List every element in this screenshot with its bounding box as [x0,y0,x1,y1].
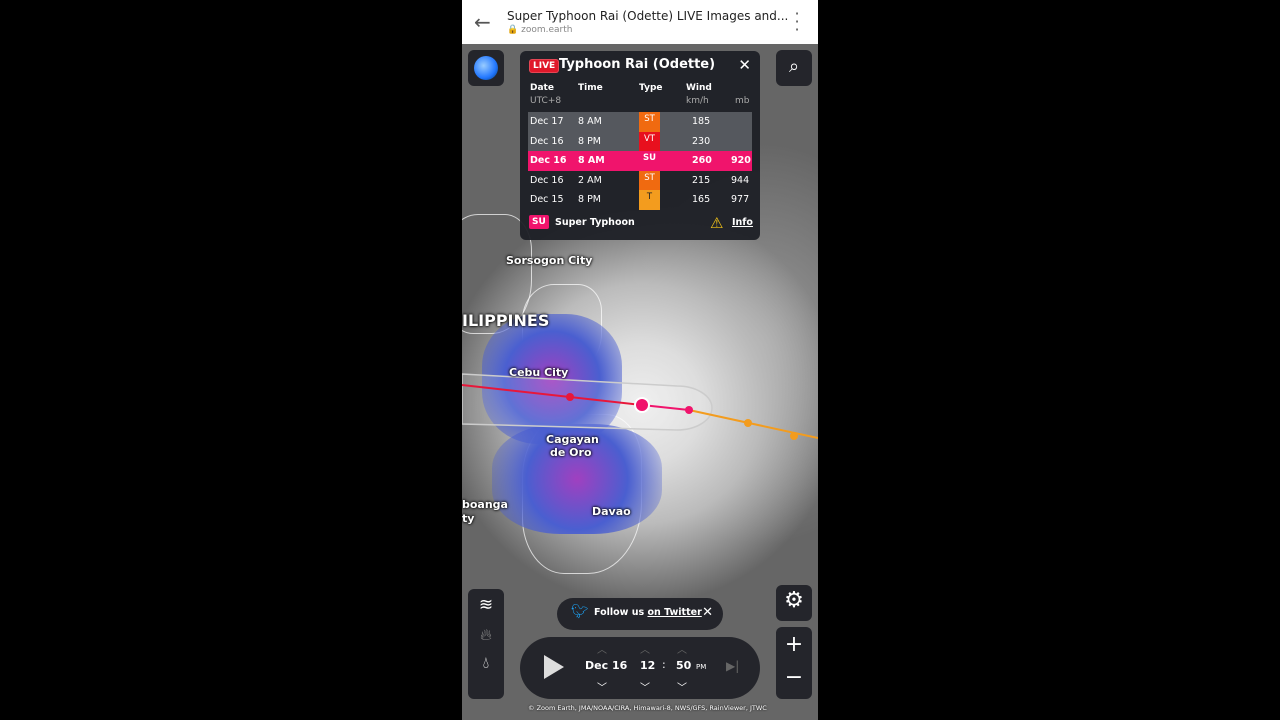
hour-down-chevron-icon[interactable]: ﹀ [640,679,650,694]
row-type-badge: ST [639,112,660,132]
close-icon[interactable]: ✕ [738,56,751,74]
hour-up-chevron-icon[interactable]: ︿ [640,641,650,656]
date-down-chevron-icon[interactable]: ﹀ [597,679,607,694]
precipitation-drop-icon[interactable]: 💧︎ [468,653,504,673]
more-options-icon[interactable]: · · · [794,6,800,38]
hour-value[interactable]: 12 [640,659,655,672]
timezone-label: UTC+8 [530,96,562,106]
browser-bar: ← Super Typhoon Rai (Odette) LIVE Images… [462,0,818,44]
row-date: Dec 17 [530,116,564,127]
url-text: zoom.earth [521,25,573,35]
skip-to-now-icon[interactable]: ▶| [726,659,739,673]
back-arrow-icon[interactable]: ← [474,10,491,34]
track-point[interactable] [566,393,574,401]
map-label: Cagayan [546,433,599,446]
track-point[interactable] [685,406,693,414]
time-separator: : [662,658,666,671]
track-table-row[interactable]: Dec 16 2 AM ST 215 944 [528,170,752,190]
gear-icon: ⚙ [784,588,804,613]
col-time: Time [578,83,603,93]
row-wind: 230 [692,135,711,147]
info-link[interactable]: Info [732,217,753,228]
track-table-row[interactable]: Dec 15 8 PM T 165 977 [528,190,752,210]
row-time: 8 AM [578,155,605,166]
row-wind: 165 [692,194,711,205]
row-type-badge: SU [642,153,657,163]
twitter-text: Follow us [594,607,648,618]
col-wind: Wind [686,83,712,93]
wind-icon[interactable]: ≋ [468,595,504,615]
current-position-marker[interactable] [634,397,650,413]
col-type: Type [639,83,663,93]
layers-button[interactable] [468,50,504,86]
close-icon[interactable]: ✕ [702,605,713,620]
map-label: boanga [462,498,508,511]
twitter-bird-icon: 🐦︎ [571,604,589,620]
row-wind: 215 [692,174,711,186]
minute-value[interactable]: 50 [676,659,691,672]
map-label: de Oro [550,446,592,459]
map-label: ty [462,512,475,525]
pressure-unit: mb [735,96,750,106]
storm-info-panel: LIVE Typhoon Rai (Odette) ✕ Date Time Ty… [520,51,760,240]
row-pressure: 977 [731,194,750,205]
row-date: Dec 16 [530,155,567,166]
settings-button[interactable]: ⚙ [776,585,812,621]
twitter-banner: 🐦︎ Follow us on Twitter ✕ [557,598,723,630]
ampm: PM [696,663,707,671]
search-icon: ⌕ [788,56,800,77]
live-badge: LIVE [529,59,560,73]
map-label: Cebu City [509,366,569,379]
row-time: 2 AM [578,174,602,186]
storm-title: Typhoon Rai (Odette) [559,57,716,72]
map-label: Davao [592,505,631,518]
row-type-badge: T [639,190,660,210]
overlay-toolbar: ≋ 🔥︎ 💧︎ [468,589,504,699]
map-label: ILIPPINES [462,311,550,330]
track-table-row[interactable]: Dec 16 8 AM SU 260 920 [528,151,752,171]
timeline-control: ︿ Dec 16 ﹀ ︿ 12 : ﹀ ︿ 50 PM ﹀ ▶| [520,637,760,699]
row-pressure: 944 [731,174,750,186]
row-time: 8 PM [578,194,601,205]
row-date: Dec 15 [530,194,564,205]
wind-unit: km/h [686,96,709,106]
play-icon[interactable] [544,655,564,679]
minute-down-chevron-icon[interactable]: ﹀ [677,679,687,694]
forecast-track [688,409,818,439]
legend-badge: SU [529,215,549,229]
minute-up-chevron-icon[interactable]: ︿ [677,641,687,656]
globe-icon [474,56,498,80]
zoom-in-button[interactable]: + [776,627,812,663]
row-wind: 185 [692,116,711,127]
row-type-badge: VT [639,131,660,151]
page-url: 🔒 zoom.earth [507,25,572,35]
lock-icon: 🔒 [507,25,519,35]
track-point[interactable] [744,419,752,427]
attribution: © Zoom Earth, JMA/NOAA/CIRA, Himawari-8,… [528,704,767,712]
row-date: Dec 16 [530,174,564,186]
track-table-row[interactable]: Dec 16 8 PM VT 230 [528,131,752,151]
search-button[interactable]: ⌕ [776,50,812,86]
track-table-row[interactable]: Dec 17 8 AM ST 185 [528,112,752,132]
forecast-cone [462,373,713,431]
row-date: Dec 16 [530,135,564,147]
legend-label: Super Typhoon [555,217,635,228]
phone-screen: ← Super Typhoon Rai (Odette) LIVE Images… [462,0,818,720]
row-time: 8 PM [578,135,601,147]
warning-icon: ⚠ [710,214,724,232]
zoom-out-button[interactable]: − [776,663,812,699]
date-value[interactable]: Dec 16 [585,659,627,672]
zoom-controls: + − [776,627,812,699]
row-time: 8 AM [578,116,602,127]
page-title: Super Typhoon Rai (Odette) LIVE Images a… [507,9,789,23]
track-point[interactable] [790,432,798,440]
row-wind: 260 [692,155,712,166]
row-pressure: 920 [731,155,751,166]
fire-icon[interactable]: 🔥︎ [468,625,504,645]
twitter-link[interactable]: on Twitter [647,607,701,618]
col-date: Date [530,83,554,93]
row-type-badge: ST [639,170,660,190]
map-label: Sorsogon City [506,254,593,267]
